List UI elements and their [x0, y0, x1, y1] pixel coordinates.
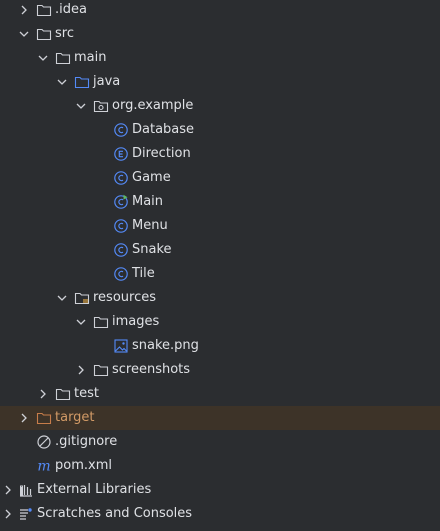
tree-item-label: .idea	[55, 2, 87, 17]
tree-item-label: .gitignore	[55, 434, 118, 449]
resources-folder-icon	[74, 290, 90, 306]
runnable-class-icon	[113, 194, 129, 210]
tree-item-label: Database	[132, 122, 195, 137]
chevron-down-icon[interactable]	[73, 98, 89, 114]
tree-item-label: test	[74, 386, 99, 401]
tree-item-label: Game	[132, 170, 171, 185]
tree-item-label: images	[112, 314, 160, 329]
chevron-right-icon[interactable]	[35, 386, 51, 402]
tree-item-snake-png[interactable]: snake.png	[0, 334, 440, 358]
class-icon	[113, 266, 129, 282]
tree-item-tile[interactable]: Tile	[0, 262, 440, 286]
project-tree: .idea src main java org.example Database…	[0, 0, 440, 531]
tree-item-resources[interactable]: resources	[0, 286, 440, 310]
tree-item-label: target	[55, 410, 95, 425]
tree-item-pom-xml[interactable]: m pom.xml	[0, 454, 440, 478]
chevron-down-icon[interactable]	[16, 26, 32, 42]
folder-icon	[93, 362, 109, 378]
folder-icon	[55, 386, 71, 402]
tree-item-game[interactable]: Game	[0, 166, 440, 190]
package-icon	[93, 98, 109, 114]
tree-item-direction[interactable]: Direction	[0, 142, 440, 166]
image-file-icon	[113, 338, 129, 354]
tree-item-label: Snake	[132, 242, 172, 257]
tree-item-snake[interactable]: Snake	[0, 238, 440, 262]
tree-item-label: Direction	[132, 146, 191, 161]
chevron-right-icon[interactable]	[16, 2, 32, 18]
tree-item-idea[interactable]: .idea	[0, 0, 440, 22]
tree-item-label: main	[74, 50, 107, 65]
class-icon	[113, 218, 129, 234]
tree-item-label: pom.xml	[55, 458, 112, 473]
tree-item-java[interactable]: java	[0, 70, 440, 94]
tree-item-org-example[interactable]: org.example	[0, 94, 440, 118]
chevron-right-icon[interactable]	[73, 362, 89, 378]
ignore-file-icon	[36, 434, 52, 450]
svg-text:m: m	[37, 459, 50, 475]
chevron-down-icon[interactable]	[54, 74, 70, 90]
tree-item-label: External Libraries	[37, 482, 152, 497]
tree-item-gitignore[interactable]: .gitignore	[0, 430, 440, 454]
source-folder-icon	[74, 74, 90, 90]
maven-icon: m	[36, 458, 52, 475]
tree-item-label: org.example	[112, 98, 194, 113]
chevron-right-icon[interactable]	[0, 482, 16, 498]
class-icon	[113, 170, 129, 186]
chevron-right-icon[interactable]	[16, 410, 32, 426]
scratches-icon	[18, 506, 34, 522]
folder-icon	[55, 50, 71, 66]
class-icon	[113, 122, 129, 138]
chevron-right-icon[interactable]	[0, 506, 16, 522]
tree-item-images[interactable]: images	[0, 310, 440, 334]
chevron-down-icon[interactable]	[35, 50, 51, 66]
tree-item-menu[interactable]: Menu	[0, 214, 440, 238]
folder-icon	[93, 314, 109, 330]
tree-item-label: Scratches and Consoles	[37, 506, 193, 521]
tree-item-label: screenshots	[112, 362, 191, 377]
tree-item-label: Main	[132, 194, 164, 209]
folder-icon	[36, 2, 52, 18]
tree-item-label: snake.png	[132, 338, 199, 353]
tree-item-test[interactable]: test	[0, 382, 440, 406]
library-icon	[18, 482, 34, 498]
tree-item-scratches-and-consoles[interactable]: Scratches and Consoles	[0, 502, 440, 526]
tree-item-src[interactable]: src	[0, 22, 440, 46]
chevron-down-icon[interactable]	[73, 314, 89, 330]
enum-icon	[113, 146, 129, 162]
tree-item-label: resources	[93, 290, 157, 305]
folder-icon	[36, 26, 52, 42]
class-icon	[113, 242, 129, 258]
tree-item-external-libraries[interactable]: External Libraries	[0, 478, 440, 502]
tree-item-screenshots[interactable]: screenshots	[0, 358, 440, 382]
tree-item-main[interactable]: main	[0, 46, 440, 70]
excluded-folder-icon	[36, 410, 52, 426]
tree-item-label: Tile	[132, 266, 155, 281]
tree-item-label: src	[55, 26, 74, 41]
tree-item-main-class[interactable]: Main	[0, 190, 440, 214]
tree-item-database[interactable]: Database	[0, 118, 440, 142]
tree-item-label: Menu	[132, 218, 168, 233]
tree-item-label: java	[93, 74, 121, 89]
chevron-down-icon[interactable]	[54, 290, 70, 306]
tree-item-target[interactable]: target	[0, 406, 440, 430]
